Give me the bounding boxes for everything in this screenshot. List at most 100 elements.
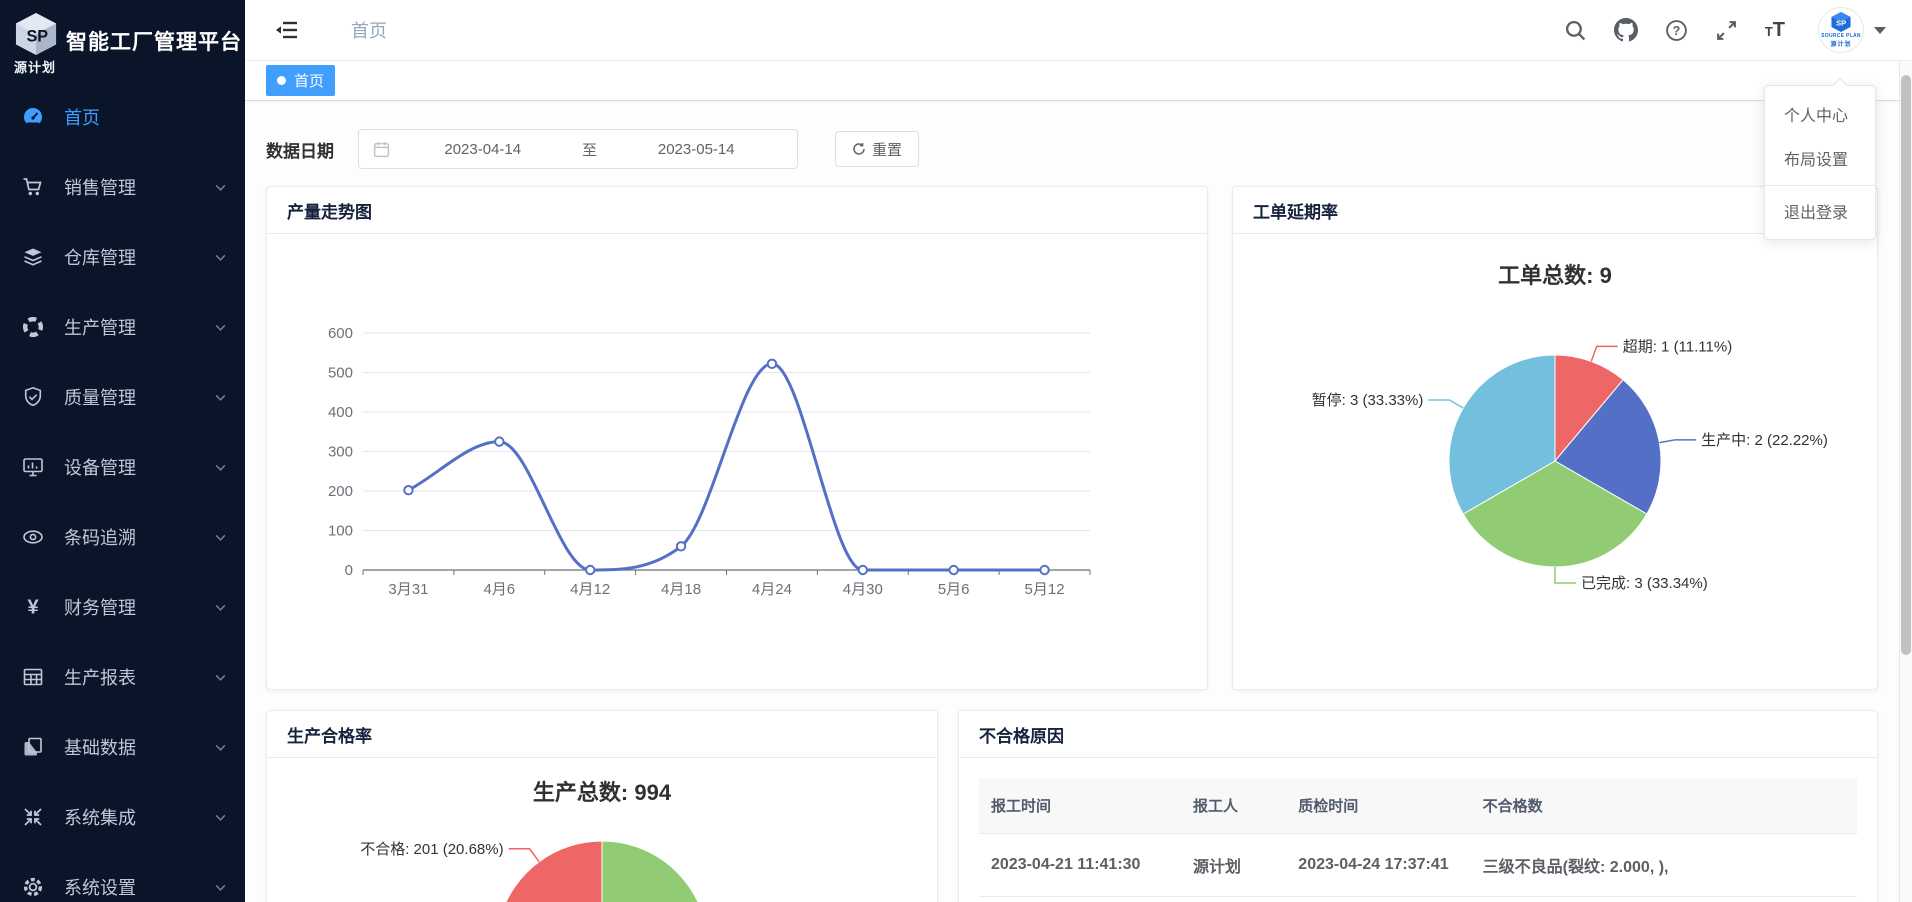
svg-text:4月18: 4月18 (661, 581, 701, 598)
search-icon[interactable] (1564, 19, 1587, 42)
svg-text:4月6: 4月6 (483, 581, 515, 598)
sidebar-item-label: 财务管理 (64, 594, 214, 620)
avatar-brand-cn: 源计划 (1830, 39, 1851, 48)
table-cell: 三级不良品(裂纹: 2.000, ), (1471, 834, 1857, 897)
defect-table-body: 2023-04-21 11:41:30源计划2023-04-24 17:37:4… (979, 834, 1857, 897)
table-column-header: 质检时间 (1286, 778, 1470, 834)
svg-text:不合格: 201 (20.68%): 不合格: 201 (20.68%) (360, 841, 503, 858)
shield-icon (21, 385, 45, 409)
svg-text:600: 600 (328, 325, 353, 342)
svg-text:5月6: 5月6 (938, 581, 970, 598)
sidebar-item-label: 生产管理 (64, 314, 214, 340)
page-content: 数据日期 2023-04-14 至 2023-05-14 重置 (245, 101, 1912, 902)
chevron-down-icon (214, 461, 227, 474)
card-workorder-delay: 工单延期率 工单总数: 9 超期: 1 (11.11%) 生产中: 2 (22.2… (1232, 186, 1878, 690)
svg-text:200: 200 (328, 483, 353, 500)
chevron-down-icon (214, 391, 227, 404)
svg-text:?: ? (1673, 24, 1681, 38)
avatar-image: SP SOURCE PLAN 源计划 (1818, 7, 1864, 53)
reset-button[interactable]: 重置 (835, 131, 919, 167)
sidebar-item-系统设置[interactable]: 系统设置 (0, 852, 245, 902)
defect-table: 报工时间报工人质检时间不合格数 2023-04-21 11:41:30源计划20… (979, 778, 1857, 897)
user-avatar[interactable]: SP SOURCE PLAN 源计划 (1818, 7, 1886, 53)
svg-text:生产中: 2 (22.22%): 生产中: 2 (22.22%) (1701, 432, 1828, 449)
chevron-down-icon (214, 531, 227, 544)
svg-text:5月12: 5月12 (1025, 581, 1065, 598)
sidebar-item-质量管理[interactable]: 质量管理 (0, 362, 245, 432)
line-chart: 01002003004005006003月314月64月124月184月244月… (267, 234, 1207, 689)
gear-icon (21, 875, 45, 899)
card-production-pass: 生产合格率 生产总数: 994 不合格: 201 (20.68%) (266, 710, 938, 902)
breadcrumb[interactable]: 首页 (351, 17, 387, 43)
sidebar-item-财务管理[interactable]: ¥ 财务管理 (0, 572, 245, 642)
sidebar-item-条码追溯[interactable]: 条码追溯 (0, 502, 245, 572)
date-range-input[interactable]: 2023-04-14 至 2023-05-14 (358, 129, 798, 169)
sidebar-item-label: 基础数据 (64, 734, 214, 760)
sidebar-item-label: 仓库管理 (64, 244, 214, 270)
start-date-value: 2023-04-14 (396, 141, 570, 158)
chevron-down-icon (214, 601, 227, 614)
sidebar-item-基础数据[interactable]: 基础数据 (0, 712, 245, 782)
github-icon[interactable] (1614, 18, 1638, 42)
card-title-delay: 工单延期率 (1253, 198, 1338, 223)
table-row: 2023-04-21 11:41:30源计划2023-04-24 17:37:4… (979, 834, 1857, 897)
page-scrollbar-track[interactable] (1899, 61, 1912, 902)
svg-text:300: 300 (328, 444, 353, 461)
layers-icon (21, 245, 45, 269)
tag-home[interactable]: 首页 (266, 65, 335, 96)
chevron-down-icon (214, 181, 227, 194)
table-cell: 源计划 (1181, 834, 1286, 897)
monitor-icon (21, 455, 45, 479)
chevron-down-icon (214, 881, 227, 894)
svg-text:超期: 1 (11.11%): 超期: 1 (11.11%) (1623, 338, 1732, 355)
svg-text:4月24: 4月24 (752, 581, 792, 598)
calendar-icon (373, 141, 390, 158)
sidebar-item-生产管理[interactable]: 生产管理 (0, 292, 245, 362)
user-menu-item-布局设置[interactable]: 布局设置 (1765, 136, 1875, 180)
app-logo-link[interactable]: SP 源计划 智能工厂管理平台 (0, 0, 245, 82)
table-column-header: 报工人 (1181, 778, 1286, 834)
tag-label: 首页 (294, 70, 324, 91)
sidebar-item-生产报表[interactable]: 生产报表 (0, 642, 245, 712)
table-cell: 2023-04-21 11:41:30 (979, 834, 1181, 897)
svg-text:暂停: 3 (33.33%): 暂停: 3 (33.33%) (1312, 392, 1424, 409)
compress-icon (21, 805, 45, 829)
delay-pie-title: 工单总数: 9 (1233, 258, 1877, 290)
table-column-header: 不合格数 (1471, 778, 1857, 834)
range-separator: 至 (570, 139, 610, 160)
app-title: 智能工厂管理平台 (66, 26, 242, 56)
user-menu-item-退出登录[interactable]: 退出登录 (1765, 185, 1875, 233)
fullscreen-icon[interactable] (1715, 19, 1738, 42)
sidebar-item-label: 设备管理 (64, 454, 214, 480)
table-header-row: 报工时间报工人质检时间不合格数 (979, 778, 1857, 834)
card-defect-reasons: 不合格原因 报工时间报工人质检时间不合格数 2023-04-21 11:41:3… (958, 710, 1878, 902)
sidebar-item-设备管理[interactable]: 设备管理 (0, 432, 245, 502)
caret-down-icon[interactable] (1874, 27, 1886, 34)
svg-text:100: 100 (328, 523, 353, 540)
help-icon[interactable]: ? (1665, 19, 1688, 42)
sidebar-fold-icon[interactable] (275, 20, 299, 40)
chevron-down-icon (214, 811, 227, 824)
dashboard-cards: 产量走势图 01002003004005006003月314月64月124月18… (266, 186, 1878, 902)
tag-active-dot (277, 76, 286, 85)
yen-icon: ¥ (21, 595, 45, 619)
tags-view-bar: 首页 (245, 61, 1912, 101)
copy-icon (21, 735, 45, 759)
page-scrollbar-thumb[interactable] (1901, 75, 1911, 655)
eye-icon (21, 525, 45, 549)
dashboard-icon (21, 105, 45, 129)
sidebar-item-销售管理[interactable]: 销售管理 (0, 152, 245, 222)
table-cell: 2023-04-24 17:37:41 (1286, 834, 1470, 897)
sidebar-item-仓库管理[interactable]: 仓库管理 (0, 222, 245, 292)
user-menu-item-个人中心[interactable]: 个人中心 (1765, 92, 1875, 136)
sidebar: SP 源计划 智能工厂管理平台 首页销售管理仓库管理生产管理质量管理设备管理条码… (0, 0, 245, 902)
sidebar-item-label: 系统集成 (64, 804, 214, 830)
svg-text:3月31: 3月31 (388, 581, 428, 598)
date-filter-row: 数据日期 2023-04-14 至 2023-05-14 重置 (266, 129, 1878, 169)
font-size-icon[interactable]: TT (1765, 19, 1785, 42)
sidebar-item-label: 销售管理 (64, 174, 214, 200)
sidebar-item-label: 系统设置 (64, 874, 214, 900)
sidebar-item-首页[interactable]: 首页 (0, 82, 245, 152)
user-dropdown-menu: 个人中心布局设置退出登录 (1764, 85, 1876, 240)
sidebar-item-系统集成[interactable]: 系统集成 (0, 782, 245, 852)
